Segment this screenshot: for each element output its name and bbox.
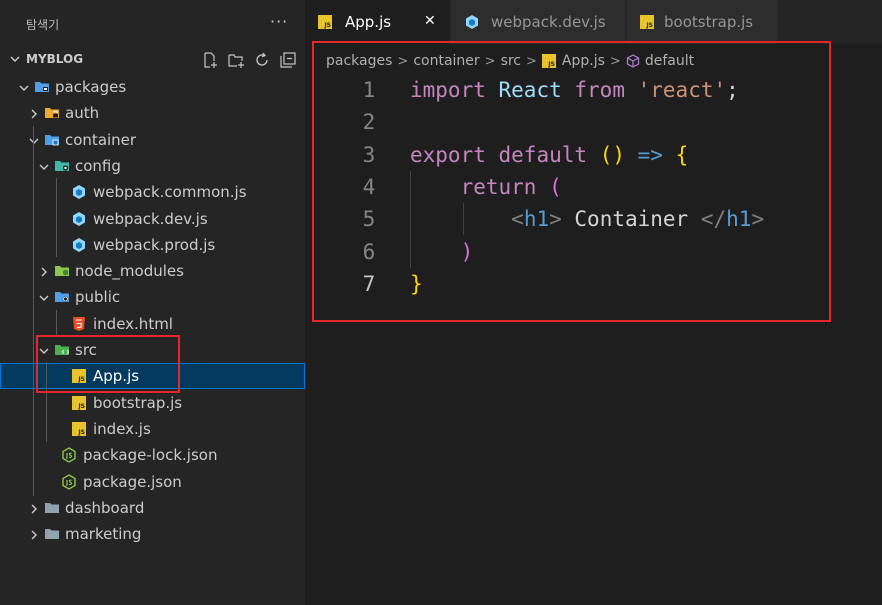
tab-label: bootstrap.js (664, 13, 754, 31)
tree-item-label: webpack.prod.js (93, 236, 216, 254)
chevron-right-icon (31, 109, 37, 119)
tree-item-package-json[interactable]: package.json (0, 469, 305, 495)
tree-item-node-modules[interactable]: node_modules (0, 258, 305, 284)
tree-item-dashboard[interactable]: dashboard (0, 495, 305, 521)
chevron-down-icon (39, 164, 49, 170)
root-folder-row[interactable]: MYBLOG (0, 48, 305, 72)
more-actions-icon[interactable]: ··· (270, 12, 288, 31)
tree-item-public[interactable]: public (0, 284, 305, 310)
tree-item-auth[interactable]: auth (0, 100, 305, 126)
indent-guide (56, 178, 57, 257)
tree-item-label: package-lock.json (83, 446, 218, 464)
auth-folder-icon (44, 105, 60, 121)
tab-bootstrap-js[interactable]: JS bootstrap.js (627, 0, 777, 44)
tree-item-marketing[interactable]: marketing (0, 521, 305, 547)
js-icon: JS (71, 395, 87, 411)
tab-label: webpack.dev.js (491, 13, 606, 31)
tree-item-label: container (65, 131, 137, 149)
explorer-header: 탐색기 ··· (0, 0, 305, 48)
collapse-all-icon[interactable] (279, 51, 297, 69)
root-folder-label: MYBLOG (26, 52, 84, 66)
html-icon (71, 316, 87, 332)
container-folder-icon (44, 132, 60, 148)
tree-item-label: packages (55, 78, 127, 96)
chevron-right-icon (41, 267, 47, 277)
tree-item-label: node_modules (75, 262, 184, 280)
explorer-title: 탐색기 (26, 18, 60, 32)
webpack-icon (71, 237, 87, 253)
src-highlight-box (36, 335, 180, 393)
tree-item-webpack-dev-js[interactable]: webpack.dev.js (0, 206, 305, 232)
tree-item-label: bootstrap.js (93, 394, 183, 412)
explorer-sidebar: 탐색기 ··· MYBLOG packages auth container conf… (0, 0, 305, 605)
js-icon: JS (71, 421, 87, 437)
chevron-right-icon (31, 530, 37, 540)
chevron-down-icon (19, 85, 29, 91)
tree-item-label: webpack.common.js (93, 183, 247, 201)
tree-item-label: public (75, 288, 121, 306)
chevron-down-icon (10, 56, 20, 62)
tree-item-label: package.json (83, 473, 182, 491)
packages-folder-icon (34, 79, 50, 95)
tree-item-label: config (75, 157, 121, 175)
webpack-icon (71, 211, 87, 227)
code-highlight-box (312, 41, 831, 322)
tab-webpack-dev-js[interactable]: webpack.dev.js (451, 0, 625, 44)
tree-item-webpack-prod-js[interactable]: webpack.prod.js (0, 232, 305, 258)
tab-label: App.js (345, 13, 392, 31)
indent-guide (56, 310, 57, 336)
tab-bar: JS App.js ✕ webpack.dev.js JS bootstrap.… (305, 0, 882, 44)
tree-item-index-html[interactable]: index.html (0, 311, 305, 337)
tree-item-packages[interactable]: packages (0, 74, 305, 100)
indent-guide (33, 126, 34, 496)
webpack-icon (71, 184, 87, 200)
tree-item-container[interactable]: container (0, 127, 305, 153)
webpack-icon (464, 14, 480, 34)
close-icon[interactable]: ✕ (424, 13, 436, 29)
chevron-right-icon (31, 504, 37, 514)
js-icon: JS (640, 15, 654, 29)
tree-item-config[interactable]: config (0, 153, 305, 179)
new-folder-icon[interactable] (227, 51, 245, 69)
chevron-down-icon (29, 138, 39, 144)
tab-app-js[interactable]: JS App.js ✕ (305, 0, 449, 44)
tree-item-package-lock-json[interactable]: package-lock.json (0, 442, 305, 468)
folder-icon (44, 500, 60, 516)
node-folder-icon (54, 263, 70, 279)
tree-item-label: dashboard (65, 499, 145, 517)
folder-icon (44, 526, 60, 542)
tree-item-label: webpack.dev.js (93, 210, 208, 228)
public-folder-icon (54, 289, 70, 305)
js-icon: JS (318, 15, 332, 29)
tree-item-label: index.js (93, 420, 151, 438)
tree-item-label: index.html (93, 315, 173, 333)
tree-item-webpack-common-js[interactable]: webpack.common.js (0, 179, 305, 205)
nodejs-icon (61, 447, 77, 463)
nodejs-icon (61, 474, 77, 490)
chevron-down-icon (39, 295, 49, 301)
new-file-icon[interactable] (201, 51, 219, 69)
explorer-actions (201, 51, 297, 69)
refresh-icon[interactable] (253, 51, 271, 69)
tree-item-label: auth (65, 104, 100, 122)
tree-item-label: marketing (65, 525, 142, 543)
config-folder-icon (54, 158, 70, 174)
